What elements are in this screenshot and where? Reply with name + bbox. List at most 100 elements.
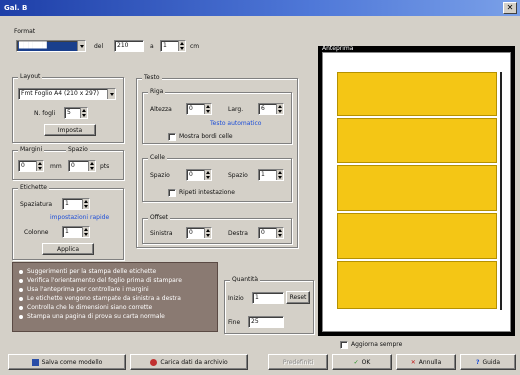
margin-field[interactable]: 0: [18, 160, 44, 172]
defaults-label: Predefiniti: [282, 358, 314, 366]
labels-spacing-field[interactable]: 1: [62, 198, 90, 210]
cells-spacing2-spinner-icon[interactable]: [276, 170, 283, 180]
label-panel: [337, 72, 497, 116]
height-spinner-icon[interactable]: [178, 41, 185, 51]
margins-group-title: Margini: [18, 146, 45, 154]
row-height-value: 0: [189, 105, 193, 112]
cells-spacing2-field[interactable]: 1: [258, 169, 284, 181]
row-width-spinner-icon[interactable]: [276, 104, 283, 114]
close-icon[interactable]: ✕: [503, 2, 517, 14]
tips-line-text: Stampa una pagina di prova su carta norm…: [27, 313, 165, 320]
auto-update-checkbox[interactable]: [340, 340, 348, 349]
offset-right-value: 0: [261, 229, 265, 236]
spacing-spinner-icon[interactable]: [88, 161, 95, 171]
row-group-title: Riga: [148, 88, 166, 96]
auto-update-row[interactable]: Aggiorna sempre: [340, 340, 402, 349]
defaults-button[interactable]: Predefiniti: [268, 354, 328, 370]
format-combo[interactable]: ██████: [16, 40, 86, 52]
sheets-spinner-icon[interactable]: [80, 108, 87, 118]
row-width-label: Larg.: [228, 106, 244, 113]
bullet-icon: [19, 305, 23, 310]
show-borders-row[interactable]: Mostra bordi celle: [168, 132, 233, 141]
cells-group-title: Celle: [148, 154, 167, 162]
margin-unit-label: mm: [50, 163, 62, 170]
preview-title: Anteprima: [322, 45, 354, 52]
help-button[interactable]: ? Guida: [460, 354, 516, 370]
quantity-group-title: Quantità: [230, 276, 261, 284]
tips-line-text: Le etichette vengono stampate da sinistr…: [27, 295, 181, 302]
offset-left-field[interactable]: 0: [186, 227, 212, 239]
cancel-button[interactable]: ✕ Annulla: [396, 354, 456, 370]
save-template-button[interactable]: Salva come modello: [8, 354, 126, 370]
row-height-spinner-icon[interactable]: [204, 104, 211, 114]
row-width-field[interactable]: 6: [258, 103, 284, 115]
layout-select-value: Fmt Foglio A4 (210 x 297): [21, 90, 99, 97]
row-height-label: Altezza: [150, 106, 172, 113]
spacing-group-title: Spazio: [66, 146, 90, 154]
repeat-header-label: Ripeti intestazione: [179, 189, 235, 196]
cells-spacing1-value: 0: [189, 171, 193, 178]
bullet-icon: [19, 314, 23, 319]
tips-line: Stampa una pagina di prova su carta norm…: [13, 312, 217, 321]
margin-value: 0: [21, 162, 25, 169]
offset-left-value: 0: [189, 229, 193, 236]
sheets-field[interactable]: 5: [64, 107, 88, 119]
offset-right-spinner-icon[interactable]: [276, 228, 283, 238]
layout-select[interactable]: Fmt Foglio A4 (210 x 297): [18, 88, 116, 100]
label-panel: [337, 261, 497, 309]
cells-spacing1-field[interactable]: 0: [186, 169, 212, 181]
text-group-title: Testo: [142, 74, 162, 82]
width-field[interactable]: 210: [114, 40, 144, 52]
cells-spacing1-spinner-icon[interactable]: [204, 170, 211, 180]
quantity-end-label: Fine: [228, 319, 241, 326]
offset-left-spinner-icon[interactable]: [204, 228, 211, 238]
bullet-icon: [19, 278, 23, 283]
quantity-end-field[interactable]: 25: [248, 316, 284, 328]
repeat-header-row[interactable]: Ripeti intestazione: [168, 188, 235, 197]
cancel-label: Annulla: [418, 358, 442, 366]
spacing-unit-label: pts: [100, 163, 110, 170]
layout-set-button[interactable]: Imposta: [44, 124, 96, 136]
auto-text-link[interactable]: Testo automatico: [210, 120, 261, 128]
load-data-label: Carica dati da archivio: [160, 358, 228, 366]
row-width-value: 6: [261, 105, 265, 112]
labels-spacing-value: 1: [65, 200, 69, 207]
labels-apply-button[interactable]: Applica: [42, 243, 94, 255]
labels-group-title: Etichette: [18, 184, 49, 192]
quantity-start-label: Inizio: [228, 295, 244, 302]
tips-line-text: Usa l'anteprima per controllare i margin…: [27, 286, 149, 293]
chevron-down-icon[interactable]: [107, 89, 115, 99]
tips-line: Controlla che le dimensioni siano corret…: [13, 303, 217, 312]
show-borders-label: Mostra bordi celle: [179, 133, 233, 140]
offset-right-field[interactable]: 0: [258, 227, 284, 239]
repeat-header-checkbox[interactable]: [168, 188, 176, 197]
window-titlebar: Gal. B: [0, 0, 520, 16]
auto-update-label: Aggiorna sempre: [351, 341, 403, 348]
database-icon: [150, 358, 158, 366]
width-value: 210: [117, 42, 129, 49]
bullet-icon: [19, 287, 23, 292]
layout-group-title: Layout: [18, 73, 43, 81]
chevron-down-icon[interactable]: [77, 41, 85, 51]
labels-apply-button-label: Applica: [56, 245, 80, 253]
offset-group-title: Offset: [148, 214, 171, 222]
format-combo-value: ██████: [19, 42, 47, 49]
sheets-label: N. fogli: [34, 110, 56, 117]
quantity-end-value: 25: [251, 318, 259, 325]
quantity-reset-button[interactable]: Reset: [286, 291, 310, 304]
show-borders-checkbox[interactable]: [168, 132, 176, 141]
ok-button[interactable]: ✓ OK: [332, 354, 392, 370]
margin-spinner-icon[interactable]: [36, 161, 43, 171]
labels-columns-spinner-icon[interactable]: [82, 227, 89, 237]
quantity-start-field[interactable]: 1: [252, 292, 284, 304]
height-field[interactable]: 1: [160, 40, 186, 52]
tips-line-text: Controlla che le dimensioni siano corret…: [27, 304, 153, 311]
labels-spacing-spinner-icon[interactable]: [82, 199, 89, 209]
load-data-button[interactable]: Carica dati da archivio: [130, 354, 248, 370]
spacing-field[interactable]: 0: [68, 160, 96, 172]
checkmark-icon: ✓: [353, 358, 359, 366]
row-height-field[interactable]: 0: [186, 103, 212, 115]
labels-columns-field[interactable]: 1: [62, 226, 90, 238]
quick-settings-link[interactable]: impostazioni rapide: [50, 214, 109, 222]
tips-line: Usa l'anteprima per controllare i margin…: [13, 285, 217, 294]
